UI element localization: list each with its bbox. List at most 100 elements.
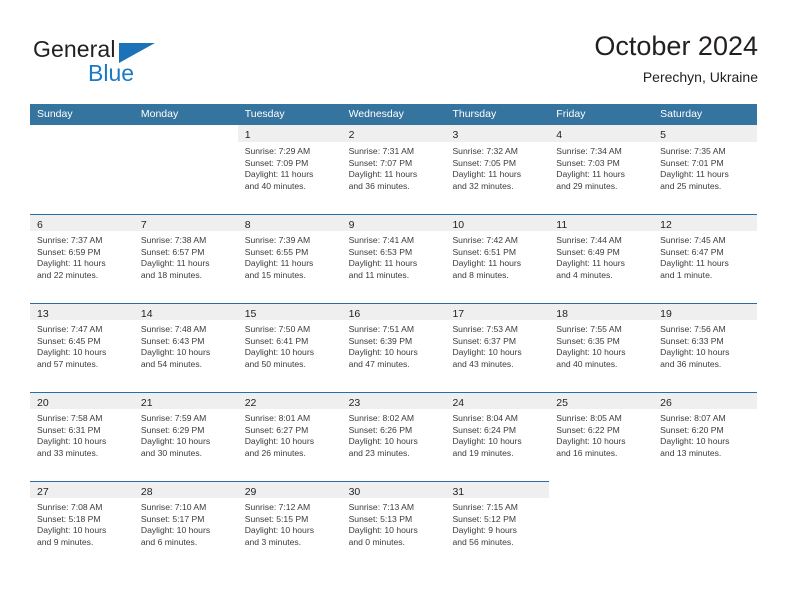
- sunrise-time: Sunrise: 7:59 AM: [140, 413, 207, 423]
- sunset-time: Sunset: 5:12 PM: [452, 513, 516, 524]
- calendar-day-cell[interactable]: 28 Sunrise: 7:10 AM Sunset: 5:17 PM Dayligh…: [133, 481, 238, 570]
- daylight-duration-line1: Daylight: 10 hours: [140, 436, 211, 447]
- calendar-day-cell[interactable]: 17 Sunrise: 7:53 AM Sunset: 6:37 PM Dayligh…: [445, 303, 550, 392]
- calendar-day-cell[interactable]: 5 Sunrise: 7:35 AM Sunset: 7:01 PM Daylight…: [653, 125, 758, 214]
- calendar-day-cell[interactable]: 26 Sunrise: 8:07 AM Sunset: 6:20 PM Dayligh…: [653, 392, 758, 481]
- daylight-duration-line2: and 57 minutes.: [37, 358, 99, 369]
- daylight-duration-line1: Daylight: 10 hours: [660, 436, 730, 447]
- calendar-day-cell[interactable]: 9 Sunrise: 7:41 AM Sunset: 6:53 PM Daylight…: [341, 214, 446, 303]
- calendar-day-cell[interactable]: 27 Sunrise: 7:08 AM Sunset: 5:18 PM Dayligh…: [30, 481, 134, 570]
- page-title: October 2024: [594, 31, 758, 61]
- date-number: 2: [348, 129, 355, 141]
- date-number: 19: [660, 308, 672, 320]
- date-band: [653, 481, 757, 498]
- calendar-day-cell[interactable]: 4 Sunrise: 7:34 AM Sunset: 7:03 PM Daylight…: [549, 125, 654, 214]
- calendar-day-cell[interactable]: 19 Sunrise: 7:56 AM Sunset: 6:33 PM Dayligh…: [653, 303, 758, 392]
- date-number: 9: [348, 219, 355, 231]
- date-number: 24: [452, 397, 465, 409]
- daylight-duration-line2: and 11 minutes.: [348, 269, 410, 280]
- daylight-duration-line2: and 0 minutes.: [348, 536, 405, 547]
- daylight-duration-line2: and 16 minutes.: [556, 447, 618, 458]
- sunrise-time: Sunrise: 7:50 AM: [244, 324, 311, 334]
- day-details: Sunrise: 7:38 AM Sunset: 6:57 PM Daylight:…: [134, 231, 238, 281]
- calendar-day-cell[interactable]: 7 Sunrise: 7:38 AM Sunset: 6:57 PM Daylight…: [133, 214, 238, 303]
- date-band: 24: [445, 392, 550, 409]
- date-number: 1: [244, 129, 251, 141]
- daylight-duration-line2: and 25 minutes.: [660, 180, 722, 191]
- daylight-duration-line2: and 18 minutes.: [140, 269, 203, 280]
- daylight-duration-line1: Daylight: 10 hours: [452, 436, 522, 447]
- date-number: 8: [244, 219, 251, 231]
- calendar-day-cell[interactable]: 18 Sunrise: 7:55 AM Sunset: 6:35 PM Dayligh…: [549, 303, 654, 392]
- calendar-day-cell[interactable]: 10 Sunrise: 7:42 AM Sunset: 6:51 PM Dayligh…: [445, 214, 550, 303]
- calendar-week-row: 27 Sunrise: 7:08 AM Sunset: 5:18 PM Dayligh…: [30, 481, 758, 570]
- daylight-duration-line1: Daylight: 10 hours: [348, 347, 418, 358]
- day-details: Sunrise: 7:58 AM Sunset: 6:31 PM Daylight:…: [30, 409, 134, 459]
- day-details: Sunrise: 7:56 AM Sunset: 6:33 PM Daylight:…: [653, 320, 757, 370]
- daylight-duration-line1: Daylight: 11 hours: [348, 169, 418, 180]
- calendar-day-cell-empty: [653, 481, 758, 570]
- sunset-time: Sunset: 6:22 PM: [556, 424, 620, 435]
- calendar-day-cell[interactable]: 11 Sunrise: 7:44 AM Sunset: 6:49 PM Dayligh…: [549, 214, 654, 303]
- generalblue-logo[interactable]: General Blue: [33, 36, 213, 90]
- sunset-time: Sunset: 6:29 PM: [140, 424, 205, 435]
- calendar-day-cell[interactable]: 30 Sunrise: 7:13 AM Sunset: 5:13 PM Dayligh…: [341, 481, 446, 570]
- sunrise-time: Sunrise: 7:32 AM: [452, 146, 518, 156]
- sunrise-time: Sunrise: 8:05 AM: [556, 413, 622, 423]
- sunset-time: Sunset: 6:41 PM: [244, 335, 309, 346]
- calendar-day-cell[interactable]: 25 Sunrise: 8:05 AM Sunset: 6:22 PM Dayligh…: [549, 392, 654, 481]
- sunset-time: Sunset: 6:26 PM: [348, 424, 413, 435]
- weekday-header-thursday: Thursday: [452, 108, 497, 120]
- date-band: 7: [133, 214, 238, 231]
- sunrise-time: Sunrise: 8:04 AM: [452, 413, 518, 423]
- calendar-day-cell[interactable]: 21 Sunrise: 7:59 AM Sunset: 6:29 PM Dayligh…: [133, 392, 238, 481]
- calendar-day-cell[interactable]: 24 Sunrise: 8:04 AM Sunset: 6:24 PM Dayligh…: [445, 392, 550, 481]
- date-number: 21: [140, 397, 153, 409]
- daylight-duration-line1: Daylight: 10 hours: [37, 347, 107, 358]
- sunset-time: Sunset: 6:59 PM: [37, 246, 101, 257]
- daylight-duration-line2: and 33 minutes.: [37, 447, 99, 458]
- daylight-duration-line1: Daylight: 11 hours: [348, 258, 418, 269]
- sunrise-time: Sunrise: 7:47 AM: [37, 324, 103, 334]
- calendar-day-cell[interactable]: 14 Sunrise: 7:48 AM Sunset: 6:43 PM Dayligh…: [133, 303, 238, 392]
- daylight-duration-line2: and 40 minutes.: [244, 180, 306, 191]
- sunrise-time: Sunrise: 8:07 AM: [660, 413, 726, 423]
- sunrise-time: Sunrise: 8:02 AM: [348, 413, 415, 423]
- calendar-day-cell[interactable]: 22 Sunrise: 8:01 AM Sunset: 6:27 PM Dayligh…: [237, 392, 342, 481]
- calendar-day-cell[interactable]: 12 Sunrise: 7:45 AM Sunset: 6:47 PM Dayligh…: [653, 214, 758, 303]
- calendar-day-cell[interactable]: 15 Sunrise: 7:50 AM Sunset: 6:41 PM Dayligh…: [237, 303, 342, 392]
- calendar-day-cell[interactable]: 8 Sunrise: 7:39 AM Sunset: 6:55 PM Daylight…: [237, 214, 342, 303]
- weekday-header-tuesday: Tuesday: [244, 108, 285, 120]
- day-details: Sunrise: 7:48 AM Sunset: 6:43 PM Daylight:…: [134, 320, 238, 370]
- sunset-time: Sunset: 6:51 PM: [452, 246, 516, 257]
- sunset-time: Sunset: 6:57 PM: [140, 246, 205, 257]
- calendar-day-cell[interactable]: 29 Sunrise: 7:12 AM Sunset: 5:15 PM Dayligh…: [237, 481, 342, 570]
- date-band: 3: [445, 125, 550, 142]
- calendar-day-cell[interactable]: 3 Sunrise: 7:32 AM Sunset: 7:05 PM Daylight…: [445, 125, 550, 214]
- date-band: 16: [341, 303, 446, 320]
- calendar-day-cell[interactable]: 20 Sunrise: 7:58 AM Sunset: 6:31 PM Dayligh…: [30, 392, 134, 481]
- daylight-duration-line1: Daylight: 9 hours: [452, 525, 517, 536]
- date-band: 27: [30, 481, 134, 498]
- logo-text-blue: Blue: [88, 60, 135, 86]
- calendar-day-cell[interactable]: 1 Sunrise: 7:29 AM Sunset: 7:09 PM Daylight…: [237, 125, 342, 214]
- day-details: Sunrise: 7:39 AM Sunset: 6:55 PM Daylight:…: [238, 231, 342, 281]
- daylight-duration-line2: and 56 minutes.: [452, 536, 514, 547]
- date-band: [30, 125, 134, 142]
- calendar-day-cell[interactable]: 16 Sunrise: 7:51 AM Sunset: 6:39 PM Dayligh…: [341, 303, 446, 392]
- date-band: [134, 125, 238, 142]
- sunset-time: Sunset: 6:47 PM: [660, 246, 724, 257]
- sunset-time: Sunset: 5:18 PM: [37, 513, 101, 524]
- date-number: 14: [140, 308, 153, 320]
- date-number: 29: [244, 486, 257, 498]
- date-number: 3: [452, 129, 459, 141]
- calendar-day-cell[interactable]: 2 Sunrise: 7:31 AM Sunset: 7:07 PM Daylight…: [341, 125, 446, 214]
- date-band: 19: [653, 303, 758, 320]
- calendar-day-cell[interactable]: 6 Sunrise: 7:37 AM Sunset: 6:59 PM Daylight…: [30, 214, 134, 303]
- daylight-duration-line1: Daylight: 10 hours: [244, 347, 314, 358]
- calendar-day-cell[interactable]: 23 Sunrise: 8:02 AM Sunset: 6:26 PM Dayligh…: [341, 392, 446, 481]
- calendar-day-cell[interactable]: 31 Sunrise: 7:15 AM Sunset: 5:12 PM Dayligh…: [445, 481, 550, 570]
- sunset-time: Sunset: 6:55 PM: [244, 246, 309, 257]
- calendar-day-cell[interactable]: 13 Sunrise: 7:47 AM Sunset: 6:45 PM Dayligh…: [30, 303, 134, 392]
- date-number: 11: [556, 219, 568, 231]
